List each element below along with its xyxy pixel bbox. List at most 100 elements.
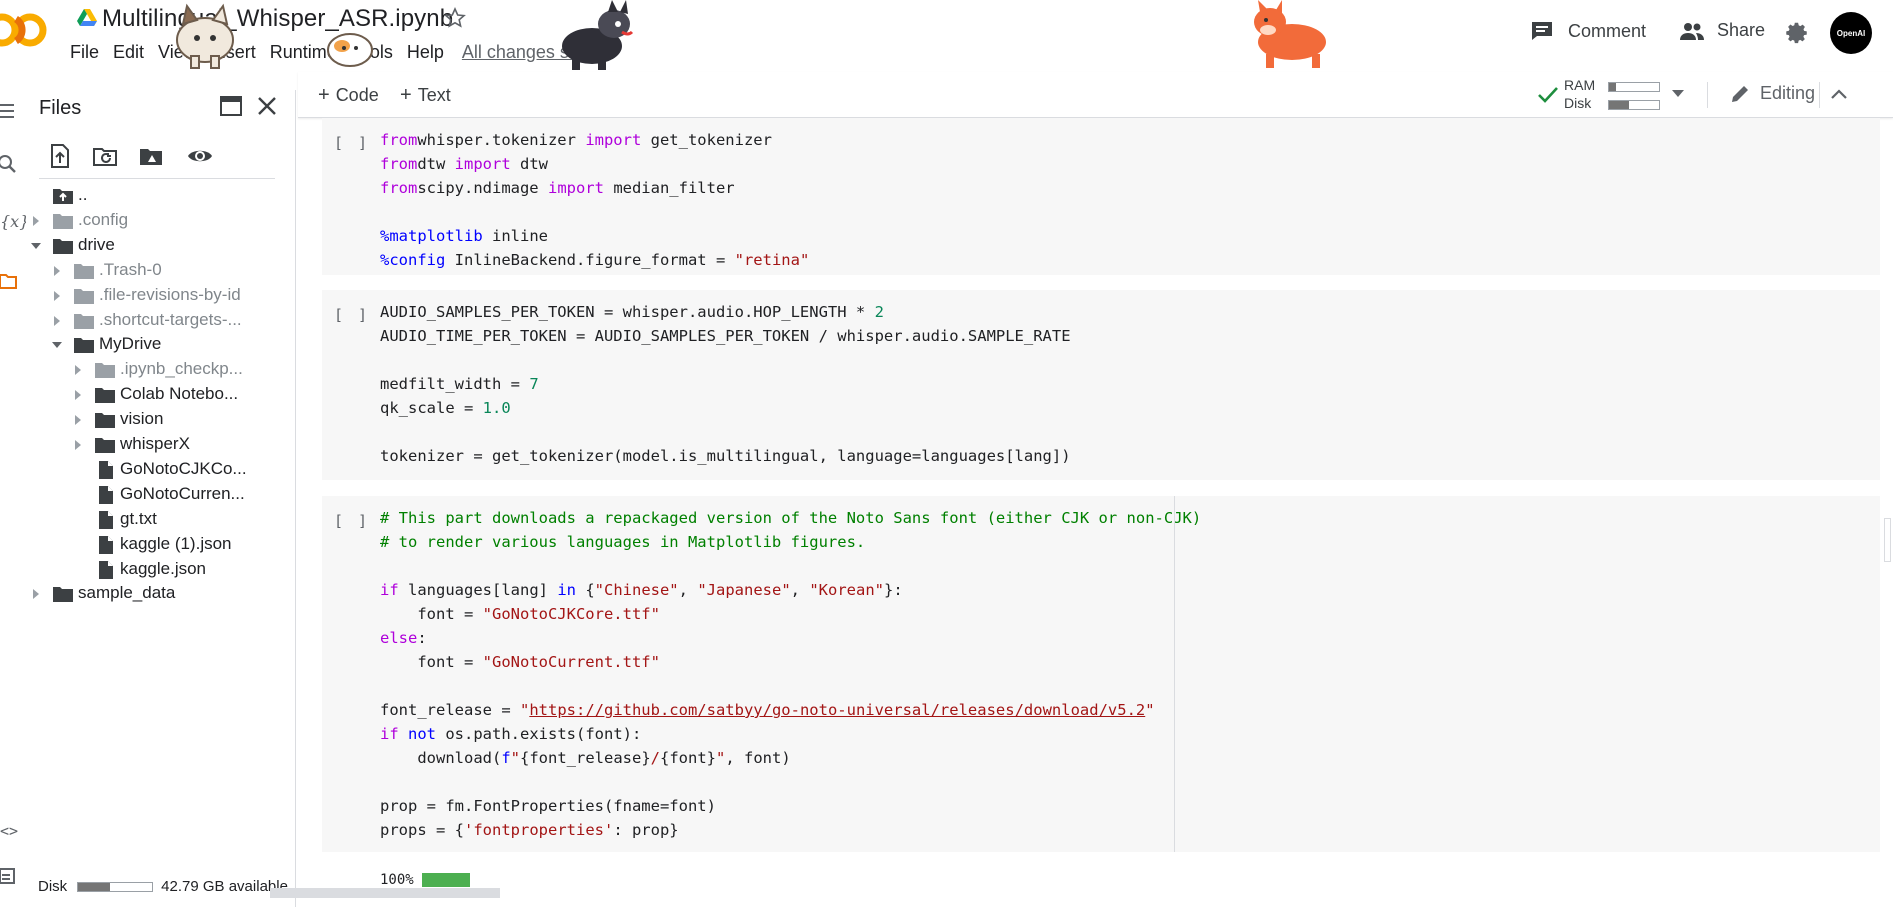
code-token: "Chinese" (594, 581, 679, 599)
ruler-line (1174, 496, 1175, 852)
file-icon (99, 510, 113, 529)
menu-edit[interactable]: Edit (113, 42, 144, 63)
caret-right-icon[interactable] (72, 414, 84, 426)
mount-drive-icon[interactable] (138, 142, 166, 170)
code-link[interactable]: https://github.com/satbyy/go-noto-univer… (529, 701, 1145, 719)
add-text-button[interactable]: + Text (400, 84, 451, 107)
code-token: import (454, 155, 511, 173)
caret-right-icon[interactable] (72, 439, 84, 451)
code-line: fromscipy.ndimage import median_filter (380, 176, 809, 200)
code-token: from (380, 179, 418, 197)
code-token: { (575, 581, 595, 599)
gear-icon[interactable] (1784, 20, 1810, 46)
connected-check-icon (1538, 87, 1558, 103)
code-editor[interactable]: AUDIO_SAMPLES_PER_TOKEN = whisper.audio.… (380, 300, 1071, 468)
caret-right-icon[interactable] (72, 389, 84, 401)
code-token: font = (380, 653, 483, 671)
share-label: Share (1717, 20, 1766, 40)
notebook-toolbar: + Code + Text RAM Disk Editing (298, 72, 1893, 118)
code-token: prop = fm.FontProperties(fname=font) (380, 797, 716, 815)
code-token: inline (482, 227, 548, 245)
code-line: tokenizer = get_tokenizer(model.is_multi… (380, 444, 1071, 468)
menu-icon[interactable] (0, 100, 22, 122)
folder-icon[interactable] (0, 270, 22, 292)
cell-run-button[interactable]: [ ] (334, 306, 370, 324)
avatar[interactable]: OpenAI (1830, 12, 1872, 54)
terminal-icon[interactable] (0, 866, 22, 888)
refresh-folder-icon[interactable] (92, 142, 120, 170)
add-text-label: Text (417, 85, 451, 105)
code-token: font = (380, 605, 483, 623)
file-icon (99, 485, 113, 504)
code-token: import (585, 131, 642, 149)
notebook-area: [ ] fromwhisper.tokenizer import get_tok… (298, 118, 1893, 907)
notebook-title[interactable]: Multilingual_Whisper_ASR.ipynb (102, 5, 453, 33)
caret-right-icon[interactable] (30, 215, 42, 227)
caret-right-icon[interactable] (30, 588, 42, 600)
cell-run-button[interactable]: [ ] (334, 134, 370, 152)
close-icon[interactable] (255, 94, 279, 118)
chevron-up-icon[interactable] (1828, 84, 1850, 106)
colab-logo[interactable] (0, 10, 52, 50)
code-cell[interactable]: [ ] AUDIO_SAMPLES_PER_TOKEN = whisper.au… (322, 290, 1880, 480)
code-editor[interactable]: fromwhisper.tokenizer import get_tokeniz… (380, 128, 809, 272)
menu-help[interactable]: Help (407, 42, 444, 63)
code-cell[interactable]: [ ] fromwhisper.tokenizer import get_tok… (322, 118, 1880, 275)
code-token: props = { (380, 821, 464, 839)
editing-mode-button[interactable]: Editing (1730, 83, 1815, 104)
code-token: 2 (874, 303, 884, 321)
menu-file[interactable]: File (70, 42, 99, 63)
open-in-tab-icon[interactable] (219, 95, 243, 117)
folder-item[interactable]: sample_data (26, 579, 296, 609)
share-button[interactable]: Share (1679, 20, 1765, 41)
caret-right-icon[interactable] (72, 364, 84, 376)
code-token: 7 (529, 375, 539, 393)
plus-icon: + (400, 84, 412, 106)
ram-bar-fill (1609, 83, 1616, 91)
google-drive-icon[interactable] (77, 9, 97, 27)
toolbar-divider (1819, 82, 1820, 108)
toolbar-divider (1707, 82, 1708, 108)
resources-indicator[interactable]: RAM Disk (1536, 76, 1676, 114)
folder-icon (95, 413, 115, 429)
files-panel-title: Files (39, 97, 82, 119)
code-token: AUDIO_TIME_PER_TOKEN = AUDIO_SAMPLES_PER… (380, 327, 1071, 345)
variables-icon[interactable]: {x} (0, 212, 29, 234)
tree-item-label: .shortcut-targets-... (99, 309, 242, 329)
file-icon (99, 535, 113, 554)
tree-item-label: vision (120, 409, 164, 429)
upload-icon[interactable] (46, 142, 74, 170)
corgi-sticker (1254, 0, 1326, 68)
code-token: 1.0 (482, 399, 511, 417)
code-editor[interactable]: # This part downloads a repackaged versi… (380, 506, 1201, 842)
dog-sticker (562, 0, 634, 70)
code-line: font = "GoNotoCurrent.ttf" (380, 650, 1201, 674)
disk-footer-label: Disk (38, 878, 68, 895)
code-cell[interactable]: [ ] # This part downloads a repackaged v… (322, 496, 1880, 852)
caret-right-icon[interactable] (51, 290, 63, 302)
folder-icon (53, 213, 73, 229)
add-code-button[interactable]: + Code (318, 84, 379, 107)
caret-right-icon[interactable] (51, 315, 63, 327)
caret-down-icon[interactable] (30, 240, 42, 252)
folder-icon (74, 288, 94, 304)
caret-down-icon[interactable] (51, 339, 63, 351)
code-token: AUDIO_SAMPLES_PER_TOKEN = whisper.audio.… (380, 303, 875, 321)
code-token: "GoNotoCurrent.ttf" (482, 653, 660, 671)
parent-folder-icon (53, 189, 73, 204)
tree-item-label: Colab Notebo... (120, 384, 239, 404)
vertical-scrollbar[interactable] (1884, 518, 1891, 562)
search-icon[interactable] (0, 154, 22, 176)
eye-icon[interactable] (186, 142, 214, 170)
chevron-down-icon[interactable] (1672, 90, 1684, 97)
cell-run-button[interactable]: [ ] (334, 512, 370, 530)
tree-item-label: .. (78, 185, 88, 204)
code-line: font_release = "https://github.com/satby… (380, 698, 1201, 722)
caret-right-icon[interactable] (51, 265, 63, 277)
code-snippets-icon[interactable]: <> (0, 822, 22, 844)
star-icon[interactable] (443, 6, 467, 30)
comment-button[interactable]: Comment (1530, 20, 1646, 42)
